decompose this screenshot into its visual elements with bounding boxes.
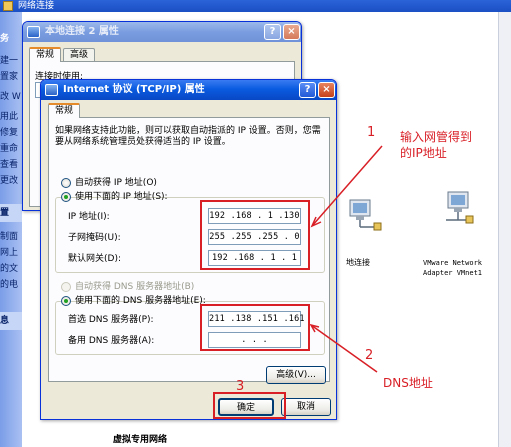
explorer-titlebar: 网络连接 [0, 0, 511, 12]
task-link[interactable]: 用此 [0, 110, 22, 124]
help-button[interactable]: ? [299, 82, 316, 98]
task-link[interactable]: 修复 [0, 126, 22, 140]
annotation-text-2: DNS地址 [383, 376, 433, 390]
task-link[interactable]: 网上 [0, 246, 22, 260]
task-link[interactable]: 查看 [0, 158, 22, 172]
task-link[interactable]: 的文 [0, 262, 22, 276]
cancel-button[interactable]: 取消 [281, 398, 331, 416]
help-button[interactable]: ? [264, 24, 281, 40]
annotation-step-2: 2 [365, 348, 374, 363]
folder-icon [3, 1, 13, 11]
network-icon [27, 26, 40, 38]
annotation-text-1: 输入网管得到 [400, 130, 473, 144]
annotation-step-3: 3 [236, 379, 245, 394]
ip-fields-highlight [200, 200, 310, 270]
manual-dns-radio[interactable]: 使用下面的 DNS 服务器地址(E): [61, 295, 206, 307]
radio-circle [61, 178, 71, 188]
conn-props-tabs: 常规 高级 [29, 47, 149, 62]
task-link[interactable]: 制面 [0, 230, 22, 244]
default-gateway-label: 默认网关(D): [68, 254, 121, 264]
task-link[interactable]: 置家 [0, 70, 22, 84]
tcpip-tabs: 常规 [48, 103, 108, 118]
annotation-text-1b: 的IP地址 [400, 146, 447, 160]
tcpip-title: Internet 协议 (TCP/IP) 属性 [63, 84, 205, 95]
explorer-title: 网络连接 [18, 1, 55, 11]
radio-circle [61, 192, 71, 202]
tcpip-titlebar[interactable]: Internet 协议 (TCP/IP) 属性 ? × [41, 80, 336, 100]
radio-circle [61, 296, 71, 306]
subnet-mask-label: 子网掩码(U): [68, 233, 121, 243]
ip-address-label: IP 地址(I): [68, 212, 110, 222]
explorer-task-pane: 务 建一 置家 改 W 用此 修复 重命 查看 更改 置 制面 网上 的文 的电… [0, 12, 22, 447]
network-icon [45, 84, 58, 96]
conn-props-titlebar[interactable]: 本地连接 2 属性 ? × [23, 22, 301, 42]
alternate-dns-label: 备用 DNS 服务器(A): [68, 336, 155, 346]
dns-fields-highlight [200, 304, 310, 351]
conn-props-title: 本地连接 2 属性 [45, 26, 119, 37]
close-button[interactable]: × [318, 82, 335, 98]
explorer-scrollbar[interactable] [498, 12, 511, 447]
connection-label: Adapter VMnet1 [423, 269, 483, 277]
task-link[interactable]: 改 W [0, 90, 22, 104]
task-pane-heading: 务 [0, 34, 10, 44]
task-link[interactable]: 的电 [0, 278, 22, 292]
network-connection-icon[interactable] [438, 190, 478, 228]
connection-label: 地连接 [346, 258, 370, 267]
ok-button-highlight [213, 392, 286, 419]
task-section-heading: 置 [0, 208, 10, 218]
radio-circle [61, 282, 71, 292]
connection-label: VMware Network [423, 259, 483, 267]
network-connection-icon[interactable] [344, 196, 384, 234]
vpn-group-heading: 虚拟专用网络 [113, 435, 168, 445]
task-link[interactable]: 建一 [0, 54, 22, 68]
tab-advanced[interactable]: 高级 [63, 48, 96, 62]
tab-general[interactable]: 常规 [48, 103, 81, 118]
description-text: 如果网络支持此功能，则可以获取自动指派的 IP 设置。否则，您需要从网络系统管理… [55, 126, 321, 147]
task-section-heading: 息 [0, 316, 10, 326]
task-link[interactable]: 更改 [0, 174, 22, 188]
annotation-step-1: 1 [367, 125, 376, 140]
manual-ip-radio[interactable]: 使用下面的 IP 地址(S): [61, 191, 168, 203]
task-link[interactable]: 重命 [0, 142, 22, 156]
preferred-dns-label: 首选 DNS 服务器(P): [68, 315, 154, 325]
tab-general[interactable]: 常规 [29, 47, 62, 62]
advanced-button[interactable]: 高级(V)... [266, 366, 326, 384]
close-button[interactable]: × [283, 24, 300, 40]
